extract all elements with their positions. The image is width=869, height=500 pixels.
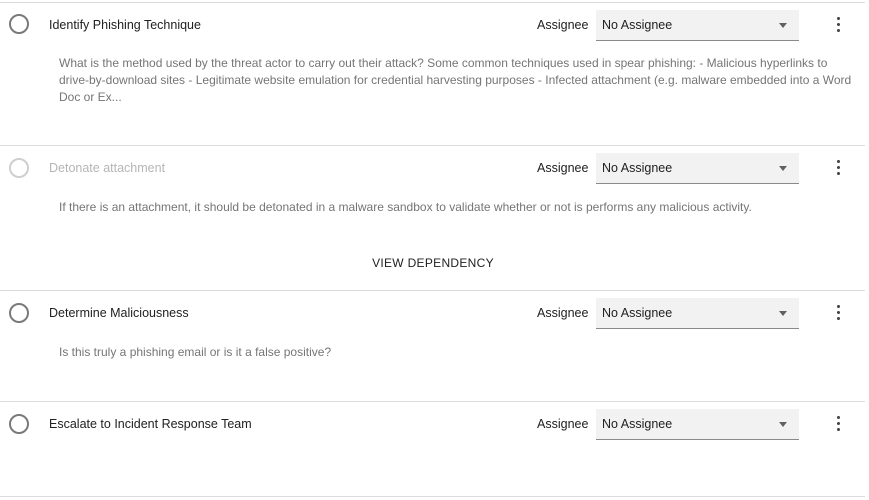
more-vert-icon[interactable]: [830, 303, 846, 323]
assignee-label: Assignee: [537, 161, 589, 175]
caret-down-icon: [779, 23, 787, 28]
assignee-select[interactable]: No Assignee: [596, 409, 799, 440]
bottom-divider: [0, 496, 865, 497]
more-vert-icon[interactable]: [830, 158, 846, 178]
task-title: Identify Phishing Technique: [49, 18, 201, 32]
task-divider: [0, 290, 865, 291]
task-description: If there is an attachment, it should be …: [59, 200, 752, 214]
assignee-label: Assignee: [537, 417, 589, 431]
more-vert-icon[interactable]: [830, 414, 846, 434]
more-vert-icon[interactable]: [830, 15, 846, 35]
task-title: Detonate attachment: [49, 161, 166, 175]
assignee-select-value: No Assignee: [602, 417, 673, 431]
task-status-radio-icon[interactable]: [9, 303, 29, 323]
assignee-label: Assignee: [537, 306, 589, 320]
caret-down-icon: [779, 422, 787, 427]
task-description: Is this truly a phishing email or is it …: [59, 345, 332, 359]
assignee-select-value: No Assignee: [602, 18, 673, 32]
task-divider: [0, 401, 865, 402]
task-status-radio-icon[interactable]: [9, 14, 29, 34]
assignee-label: Assignee: [537, 18, 589, 32]
assignee-select[interactable]: No Assignee: [596, 10, 799, 41]
task-description: What is the method used by the threat ac…: [59, 56, 852, 104]
top-divider: [0, 2, 865, 3]
task-divider: [0, 145, 865, 146]
assignee-select-value: No Assignee: [602, 161, 673, 175]
assignee-select[interactable]: No Assignee: [596, 298, 799, 329]
task-title: Escalate to Incident Response Team: [49, 417, 252, 431]
assignee-select-value: No Assignee: [602, 306, 673, 320]
caret-down-icon: [779, 166, 787, 171]
view-dependency-button[interactable]: VIEW DEPENDENCY: [333, 256, 533, 270]
task-status-radio-icon[interactable]: [9, 414, 29, 434]
task-status-radio-icon: [9, 158, 29, 178]
assignee-select[interactable]: No Assignee: [596, 153, 799, 184]
caret-down-icon: [779, 311, 787, 316]
task-title: Determine Maliciousness: [49, 306, 189, 320]
